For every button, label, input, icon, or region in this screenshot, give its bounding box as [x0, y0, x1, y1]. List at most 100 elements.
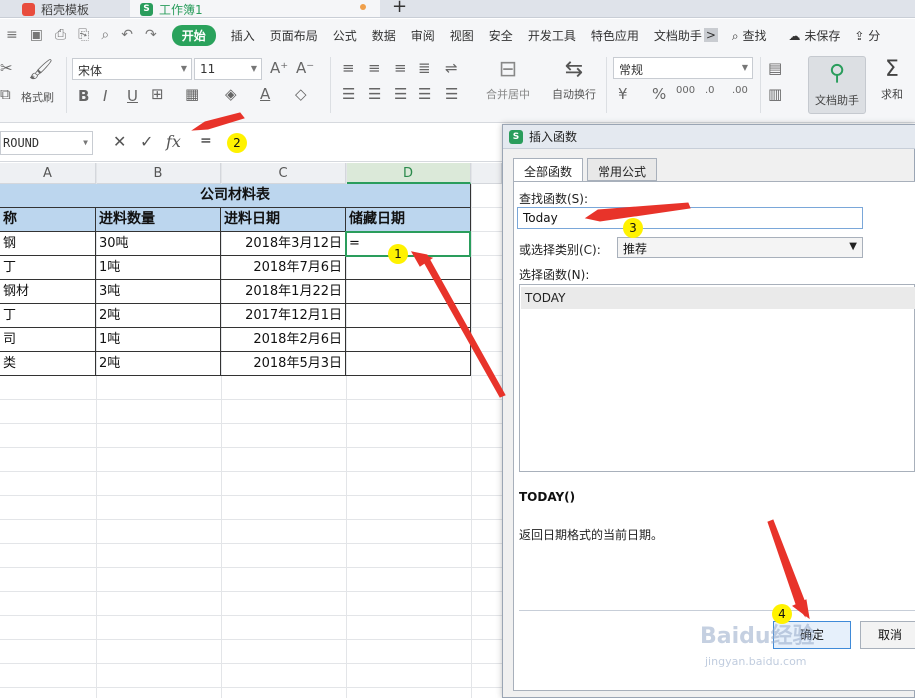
justify-icon[interactable]: ☰ — [418, 85, 431, 103]
menu-data[interactable]: 数据 — [372, 27, 396, 44]
menu-view[interactable]: 视图 — [450, 27, 474, 44]
menu-page-layout[interactable]: 页面布局 — [270, 27, 318, 44]
cell-quantity[interactable]: 30吨 — [96, 232, 221, 256]
currency-icon[interactable]: ¥ — [618, 85, 628, 103]
function-item-today[interactable]: TODAY — [521, 287, 915, 309]
cell-storage-date[interactable] — [346, 280, 471, 304]
spreadsheet-grid[interactable]: A B C D 公司材料表 称 进料数量 进料日期 储藏日期 钢 30吨 201… — [0, 163, 502, 698]
category-select[interactable]: 推荐 ▼ — [617, 237, 863, 258]
cell-quantity[interactable]: 3吨 — [96, 280, 221, 304]
orientation-icon[interactable]: ⇌ — [445, 59, 458, 77]
font-color-icon[interactable]: A — [260, 85, 270, 103]
border-icon[interactable]: ⊞ — [151, 85, 164, 103]
column-header-c[interactable]: C — [221, 163, 346, 184]
cell-name[interactable]: 钢材 — [0, 280, 96, 304]
new-tab-button[interactable]: + — [392, 0, 407, 17]
menu-developer[interactable]: 开发工具 — [528, 27, 576, 44]
menu-review[interactable]: 审阅 — [411, 27, 435, 44]
cell-storage-date[interactable] — [346, 256, 471, 280]
redo-icon[interactable]: ↷ — [145, 27, 157, 43]
header-cell-quantity[interactable]: 进料数量 — [96, 208, 221, 232]
thousands-icon[interactable]: 000 — [676, 85, 695, 96]
menu-insert[interactable]: 插入 — [231, 27, 255, 44]
number-format-select[interactable]: 常规 ▼ — [613, 57, 753, 79]
align-center-icon[interactable]: ☰ — [368, 85, 381, 103]
bold-icon[interactable]: B — [78, 87, 89, 105]
cell-intake-date[interactable]: 2017年12月1日 — [221, 304, 346, 328]
save-icon[interactable]: ▣ — [30, 27, 43, 43]
export-icon[interactable]: ⌕ — [101, 27, 109, 43]
cell-intake-date[interactable]: 2018年2月6日 — [221, 328, 346, 352]
cell-intake-date[interactable]: 2018年5月3日 — [221, 352, 346, 376]
undo-icon[interactable]: ↶ — [121, 27, 133, 43]
format-painter-icon[interactable]: 🖌 — [28, 57, 53, 81]
function-search-input[interactable]: Today — [517, 207, 863, 229]
paint-bucket-icon[interactable]: ◈ — [225, 85, 237, 103]
name-box[interactable]: ROUND ▼ — [0, 131, 93, 155]
menu-more-button[interactable]: > — [703, 28, 718, 42]
font-name-select[interactable]: 宋体 ▼ — [72, 58, 192, 80]
column-header-a[interactable]: A — [0, 163, 96, 184]
column-header-e[interactable] — [471, 163, 502, 184]
align-right-icon[interactable]: ☰ — [394, 85, 407, 103]
font-shrink-icon[interactable]: A⁻ — [296, 59, 314, 77]
cell-style-icon[interactable]: ▥ — [768, 85, 782, 103]
dialog-title-bar[interactable]: S 插入函数 — [503, 125, 915, 149]
cancel-formula-icon[interactable]: ✕ — [113, 132, 126, 151]
menu-formulas[interactable]: 公式 — [333, 27, 357, 44]
align-bottom-icon[interactable]: ≡ — [394, 59, 407, 77]
cell-intake-date[interactable]: 2018年1月22日 — [221, 280, 346, 304]
doc-helper-button[interactable]: ⚲ 文档助手 — [808, 56, 866, 114]
search-button[interactable]: ⌕ 查找 — [732, 27, 767, 44]
tab-common-formulas[interactable]: 常用公式 — [587, 158, 658, 181]
header-cell-storage-date[interactable]: 储藏日期 — [346, 208, 471, 232]
table-title-cell[interactable]: 公司材料表 — [0, 184, 471, 208]
align-middle-icon[interactable]: ≡ — [368, 59, 381, 77]
distribute-icon[interactable]: ☰ — [445, 85, 458, 103]
menu-special[interactable]: 特色应用 — [591, 27, 639, 44]
function-list[interactable]: TODAY — [519, 284, 915, 472]
menu-icon[interactable]: ≡ — [6, 27, 18, 43]
confirm-formula-icon[interactable]: ✓ — [140, 132, 153, 151]
cell-storage-date[interactable] — [346, 328, 471, 352]
insert-function-icon[interactable]: fx — [166, 132, 181, 151]
text-direction-icon[interactable]: ≣ — [418, 59, 431, 77]
cell-quantity[interactable]: 2吨 — [96, 304, 221, 328]
cut-icon[interactable]: ✂ — [0, 59, 13, 77]
percent-icon[interactable]: % — [652, 85, 666, 103]
sum-button[interactable]: Σ 求和 — [872, 57, 912, 102]
header-cell-name[interactable]: 称 — [0, 208, 96, 232]
share-button[interactable]: ⇪ 分 — [854, 27, 880, 44]
cell-intake-date[interactable]: 2018年7月6日 — [221, 256, 346, 280]
save-status-button[interactable]: ☁ 未保存 — [789, 27, 841, 44]
cell-quantity[interactable]: 1吨 — [96, 328, 221, 352]
cell-storage-date[interactable] — [346, 352, 471, 376]
font-size-select[interactable]: 11 ▼ — [194, 58, 262, 80]
menu-security[interactable]: 安全 — [489, 27, 513, 44]
tab-template[interactable]: 稻壳模板 — [22, 0, 128, 17]
eraser-icon[interactable]: ◇ — [295, 85, 307, 103]
align-left-icon[interactable]: ☰ — [342, 85, 355, 103]
cell-name[interactable]: 丁 — [0, 256, 96, 280]
italic-icon[interactable]: I — [103, 87, 107, 105]
cell-name[interactable]: 司 — [0, 328, 96, 352]
print-preview-icon[interactable]: ⎙ — [55, 27, 66, 43]
cell-name[interactable]: 类 — [0, 352, 96, 376]
increase-decimal-icon[interactable]: .0 — [705, 85, 715, 96]
menu-home[interactable]: 开始 — [171, 24, 216, 46]
column-header-d[interactable]: D — [346, 163, 471, 184]
cell-intake-date[interactable]: 2018年3月12日 — [221, 232, 346, 256]
cell-quantity[interactable]: 2吨 — [96, 352, 221, 376]
copy-icon[interactable]: ⧉ — [0, 85, 11, 103]
tab-all-functions[interactable]: 全部函数 — [513, 158, 584, 182]
header-cell-intake-date[interactable]: 进料日期 — [221, 208, 346, 232]
menu-doc-helper[interactable]: 文档助手 — [654, 27, 702, 44]
tab-workbook[interactable]: S 工作簿1 — [130, 0, 380, 17]
cell-name[interactable]: 钢 — [0, 232, 96, 256]
merge-center-button[interactable]: ⊟ 合并居中 — [478, 57, 538, 102]
cancel-button[interactable]: 取消 — [860, 621, 915, 649]
print-icon[interactable]: ⎘ — [78, 27, 89, 43]
fill-color-icon[interactable]: ▦ — [185, 85, 199, 103]
font-grow-icon[interactable]: A⁺ — [270, 59, 288, 77]
table-style-icon[interactable]: ▤ — [768, 59, 782, 77]
